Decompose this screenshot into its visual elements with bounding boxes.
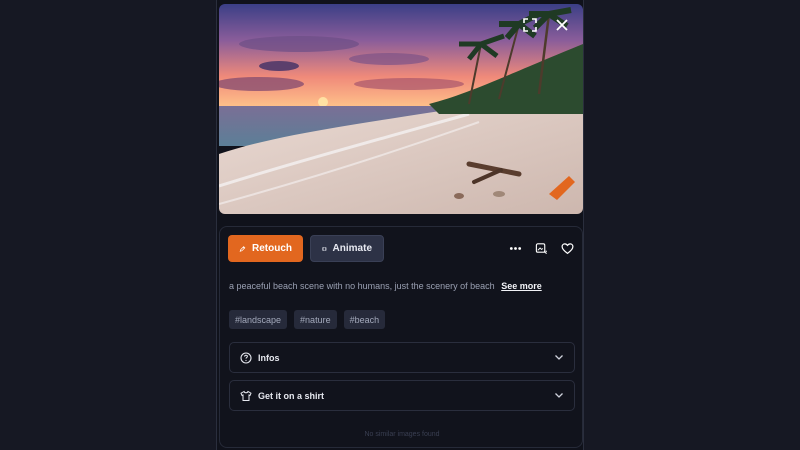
more-options-button[interactable] bbox=[508, 241, 522, 255]
image-details-card: Retouch Animate a peaceful beach scene w… bbox=[219, 226, 583, 448]
tag-list: #landscape #nature #beach bbox=[229, 310, 386, 329]
see-more-link[interactable]: See more bbox=[501, 281, 542, 291]
infos-label: Infos bbox=[258, 352, 280, 363]
image-variation-icon bbox=[535, 242, 547, 254]
shirt-label: Get it on a shirt bbox=[258, 390, 325, 401]
close-button[interactable] bbox=[549, 12, 575, 38]
retouch-button[interactable]: Retouch bbox=[228, 235, 303, 262]
image-description: a peaceful beach scene with no humans, j… bbox=[229, 281, 569, 291]
close-icon bbox=[556, 19, 568, 31]
retouch-label: Retouch bbox=[252, 243, 292, 254]
infos-accordion[interactable]: Infos bbox=[229, 342, 575, 373]
expand-button[interactable] bbox=[517, 12, 543, 38]
no-similar-images-text: No similar images found bbox=[364, 431, 440, 438]
primary-actions: Retouch Animate bbox=[228, 235, 384, 262]
animate-label: Animate bbox=[332, 243, 372, 254]
generated-image[interactable] bbox=[219, 4, 583, 214]
film-icon bbox=[322, 246, 327, 251]
shirt-icon bbox=[240, 390, 252, 401]
tag-chip[interactable]: #landscape bbox=[229, 310, 288, 329]
ellipsis-icon bbox=[509, 246, 521, 250]
secondary-actions bbox=[508, 241, 574, 255]
image-detail-panel: Retouch Animate a peaceful beach scene w… bbox=[216, 0, 584, 450]
heart-icon bbox=[561, 242, 573, 254]
question-circle-icon bbox=[240, 351, 252, 364]
description-text: a peaceful beach scene with no humans, j… bbox=[229, 281, 495, 291]
expand-icon bbox=[523, 18, 537, 32]
tag-chip[interactable]: #nature bbox=[294, 310, 337, 329]
pencil-icon bbox=[239, 245, 246, 252]
animate-button[interactable]: Animate bbox=[310, 235, 384, 262]
shirt-accordion[interactable]: Get it on a shirt bbox=[229, 380, 575, 411]
variation-button[interactable] bbox=[534, 241, 548, 255]
chevron-down-icon bbox=[554, 349, 564, 367]
favorite-button[interactable] bbox=[560, 241, 574, 255]
tag-chip[interactable]: #beach bbox=[343, 310, 386, 329]
chevron-down-icon bbox=[554, 387, 564, 405]
